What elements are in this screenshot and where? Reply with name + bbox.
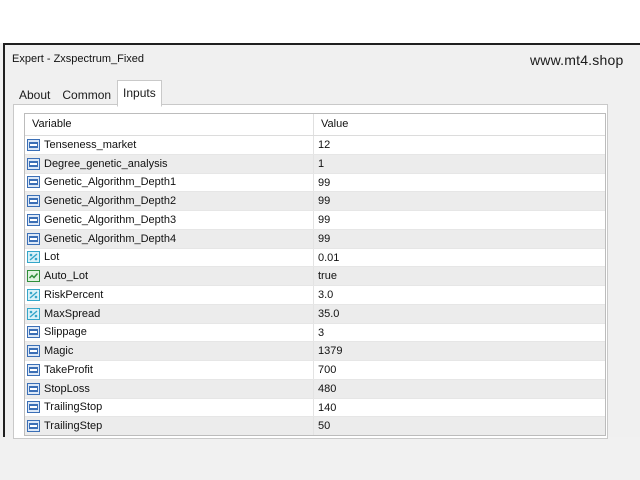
column-header-variable[interactable]: Variable xyxy=(25,114,314,135)
variable-cell: RiskPercent xyxy=(25,286,314,304)
tab-strip: About Common Inputs xyxy=(13,80,162,107)
window-title: Expert - Zxspectrum_Fixed xyxy=(12,53,145,65)
table-row[interactable]: MaxSpread 35.0 xyxy=(25,304,605,324)
expert-properties-dialog: Expert - Zxspectrum_Fixed www.mt4.shop A… xyxy=(3,43,640,439)
value-cell[interactable]: 3.0 xyxy=(314,286,605,304)
variable-name: StopLoss xyxy=(44,382,90,395)
table-row[interactable]: Genetic_Algorithm_Depth3 99 xyxy=(25,211,605,230)
variable-name: Lot xyxy=(44,251,60,264)
table-row[interactable]: TrailingStop 140 xyxy=(25,398,605,418)
variable-cell: StopLoss xyxy=(25,379,314,398)
variable-cell: TrailingStop xyxy=(25,398,314,417)
inputs-panel: Variable Value Tenseness_market 12 Degree_… xyxy=(13,104,608,439)
value-cell[interactable]: 0.01 xyxy=(314,249,605,267)
table-row[interactable]: TrailingStep 50 xyxy=(25,417,605,435)
variable-cell: Genetic_Algorithm_Depth1 xyxy=(25,173,314,192)
table-row[interactable]: Auto_Lot true xyxy=(25,267,605,286)
int-icon xyxy=(27,326,40,339)
value-cell[interactable]: 99 xyxy=(314,192,605,210)
background-band xyxy=(0,0,640,43)
value-cell[interactable]: true xyxy=(314,267,605,285)
table-row[interactable]: Genetic_Algorithm_Depth2 99 xyxy=(25,192,605,211)
table-row[interactable]: Magic 1379 xyxy=(25,342,605,361)
value-cell[interactable]: 50 xyxy=(314,417,605,435)
bool-icon xyxy=(27,270,40,283)
title-bar: Expert - Zxspectrum_Fixed www.mt4.shop xyxy=(5,45,640,75)
column-header-value[interactable]: Value xyxy=(314,114,605,135)
table-row[interactable]: Genetic_Algorithm_Depth1 99 xyxy=(25,173,605,193)
value-cell[interactable]: 35.0 xyxy=(314,305,605,323)
int-icon xyxy=(27,195,40,208)
table-row[interactable]: TakeProfit 700 xyxy=(25,361,605,380)
variable-name: RiskPercent xyxy=(44,288,104,301)
variable-name: TrailingStop xyxy=(44,401,103,414)
value-cell[interactable]: 99 xyxy=(314,211,605,229)
value-cell[interactable]: 3 xyxy=(314,324,605,342)
variable-name: TrailingStep xyxy=(44,420,103,433)
variable-cell: Genetic_Algorithm_Depth4 xyxy=(25,229,314,248)
value-cell[interactable]: 99 xyxy=(314,230,605,248)
variable-name: Genetic_Algorithm_Depth4 xyxy=(44,232,177,245)
variable-cell: Slippage xyxy=(25,323,314,342)
variable-cell: Lot xyxy=(25,248,314,267)
int-icon xyxy=(27,232,40,245)
table-row[interactable]: Genetic_Algorithm_Depth4 99 xyxy=(25,229,605,249)
value-cell[interactable]: 480 xyxy=(314,380,605,398)
value-cell[interactable]: 1379 xyxy=(314,342,605,360)
int-icon xyxy=(27,382,40,395)
variable-name: Magic xyxy=(44,345,74,358)
value-cell[interactable]: 12 xyxy=(314,136,605,154)
int-icon xyxy=(27,401,40,414)
variable-name: Tenseness_market xyxy=(44,138,137,151)
int-icon xyxy=(27,138,40,151)
variable-name: MaxSpread xyxy=(44,307,101,320)
variable-cell: TakeProfit xyxy=(25,361,314,379)
variable-name: TakeProfit xyxy=(44,363,93,376)
variable-name: Genetic_Algorithm_Depth2 xyxy=(44,195,177,208)
variable-name: Auto_Lot xyxy=(44,270,89,283)
table-row[interactable]: Slippage 3 xyxy=(25,323,605,343)
int-icon xyxy=(27,213,40,226)
int-icon xyxy=(27,420,40,433)
variable-cell: Tenseness_market xyxy=(25,136,314,154)
value-cell[interactable]: 700 xyxy=(314,361,605,379)
tab-inputs[interactable]: Inputs xyxy=(117,80,162,107)
int-icon xyxy=(27,345,40,358)
table-body: Tenseness_market 12 Degree_genetic_analysi… xyxy=(25,136,605,435)
variable-cell: TrailingStep xyxy=(25,417,314,435)
variable-name: Slippage xyxy=(44,326,87,339)
value-cell[interactable]: 1 xyxy=(314,155,605,173)
variable-cell: Genetic_Algorithm_Depth2 xyxy=(25,192,314,210)
table-row[interactable]: RiskPercent 3.0 xyxy=(25,286,605,305)
watermark-text: www.mt4.shop xyxy=(530,52,624,68)
value-cell[interactable]: 140 xyxy=(314,399,605,417)
inputs-table: Variable Value Tenseness_market 12 Degree_… xyxy=(24,113,606,436)
variable-cell: Auto_Lot xyxy=(25,267,314,285)
value-cell[interactable]: 99 xyxy=(314,174,605,192)
int-icon xyxy=(27,157,40,170)
table-row[interactable]: Tenseness_market 12 xyxy=(25,136,605,155)
int-icon xyxy=(27,363,40,376)
int-icon xyxy=(27,176,40,189)
variable-name: Degree_genetic_analysis xyxy=(44,157,168,170)
table-row[interactable]: Degree_genetic_analysis 1 xyxy=(25,154,605,174)
variable-name: Genetic_Algorithm_Depth3 xyxy=(44,213,177,226)
variable-cell: Genetic_Algorithm_Depth3 xyxy=(25,211,314,229)
variable-cell: Degree_genetic_analysis xyxy=(25,154,314,173)
variable-name: Genetic_Algorithm_Depth1 xyxy=(44,176,177,189)
double-icon xyxy=(27,307,40,320)
double-icon xyxy=(27,251,40,264)
double-icon xyxy=(27,288,40,301)
table-row[interactable]: StopLoss 480 xyxy=(25,379,605,399)
table-header: Variable Value xyxy=(25,114,605,136)
variable-cell: Magic xyxy=(25,342,314,360)
variable-cell: MaxSpread xyxy=(25,304,314,323)
table-row[interactable]: Lot 0.01 xyxy=(25,248,605,268)
